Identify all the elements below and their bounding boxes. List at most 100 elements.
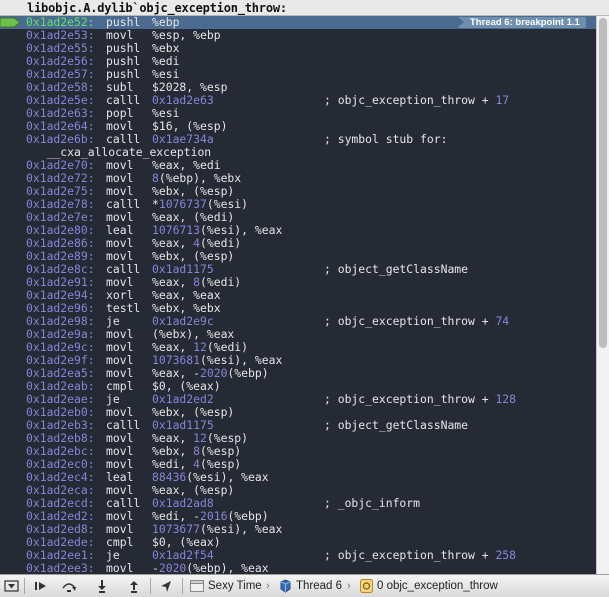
operand-text: %esi xyxy=(152,67,180,81)
operand-text: %ebx, %ebx xyxy=(152,301,221,315)
debugger-window: libobjc.A.dylib`objc_exception_throw: 0x… xyxy=(0,0,609,597)
operand-text: (%esi), %eax xyxy=(200,522,283,536)
operand-text: %eax, %edi xyxy=(152,158,221,172)
operand-number: 12 xyxy=(193,431,207,445)
operand-text: %eax, xyxy=(152,275,194,289)
instruction-operands: -2020(%ebp), %eax xyxy=(152,561,269,575)
comment-offset: 258 xyxy=(495,548,517,562)
operand-text: %edi xyxy=(152,54,180,68)
comment-offset: 17 xyxy=(495,93,510,107)
thread-icon xyxy=(280,579,291,593)
disassembly-header: libobjc.A.dylib`objc_exception_throw: xyxy=(0,0,609,16)
operand-text: - xyxy=(152,561,159,575)
operand-text: %ebx, (%esp) xyxy=(152,249,235,263)
continue-icon[interactable] xyxy=(32,579,50,593)
step-over-icon[interactable] xyxy=(60,579,78,593)
operand-text: (%esp) xyxy=(200,444,242,458)
operand-number: 0x1ad2ed2 xyxy=(152,392,214,406)
operand-text: %eax, (%edi) xyxy=(152,210,235,224)
operand-number: 88436 xyxy=(152,470,187,484)
comment-offset: 128 xyxy=(495,392,517,406)
operand-number: 1076737 xyxy=(158,197,207,211)
scrollbar-thumb[interactable] xyxy=(599,18,607,348)
operand-text: %eax, xyxy=(152,340,194,354)
operand-text: %ebx, (%esp) xyxy=(152,184,235,198)
operand-text: $2028, %esp xyxy=(152,80,228,94)
operand-number: 2020 xyxy=(158,561,187,575)
operand-number: 0x1ad2ad8 xyxy=(152,496,214,510)
operand-number: 4 xyxy=(193,457,201,471)
chevron-right-icon: › xyxy=(266,580,270,592)
breadcrumb-thread[interactable]: Thread 6 xyxy=(296,579,342,593)
operand-number: 2020 xyxy=(200,366,228,380)
operand-text: %edi, - xyxy=(152,509,201,523)
operand-text: (%esi), %eax xyxy=(200,223,283,237)
comment-offset: 74 xyxy=(495,314,510,328)
operand-text: %eax, xyxy=(152,236,194,250)
instruction-comment: ; object_getClassName xyxy=(324,419,468,432)
operand-text: (%ebp) xyxy=(227,509,269,523)
operand-number: 0x1ad1175 xyxy=(152,262,214,276)
operand-number: 1073677 xyxy=(152,522,201,536)
location-arrow-icon[interactable] xyxy=(157,579,175,593)
chevron-right-icon: › xyxy=(347,580,351,592)
breakpoint-badge: Thread 6: breakpoint 1.1 xyxy=(458,17,586,28)
operand-number: 12 xyxy=(193,340,207,354)
breadcrumb-frame[interactable]: 0 objc_exception_throw xyxy=(377,579,498,593)
operand-text: (%edi) xyxy=(206,340,249,354)
instruction-comment: ; objc_exception_throw + 74 xyxy=(324,315,509,328)
stack-frame-icon xyxy=(360,579,373,593)
step-out-icon[interactable] xyxy=(125,579,143,593)
function-title: libobjc.A.dylib`objc_exception_throw: xyxy=(27,1,287,15)
operand-text: (%esi), %eax xyxy=(200,353,283,367)
operand-number: 4 xyxy=(193,236,201,250)
operand-text: (%edi) xyxy=(200,236,242,250)
toolbar-divider xyxy=(182,578,183,594)
app-icon xyxy=(190,580,204,592)
instruction-comment: ; objc_exception_throw + 17 xyxy=(324,94,509,107)
operand-number: 0x1ad1175 xyxy=(152,418,214,432)
disassembly-view[interactable]: 0x1ad2e52: pushl %ebp 0x1ad2e53: movl %esp, %… xyxy=(0,16,596,574)
instruction-comment: ; symbol stub for: xyxy=(324,133,447,146)
operand-text: (%ebx), %eax xyxy=(152,327,235,341)
operand-text: (%esp) xyxy=(200,457,242,471)
operand-text: $0, (%eax) xyxy=(152,379,221,393)
operand-number: 0x1ad2f54 xyxy=(152,548,214,562)
operand-text: %esi xyxy=(152,106,180,120)
disassembly-line[interactable]: 0x1ad2ee3: movl -2020(%ebp), %eax xyxy=(0,561,596,575)
operand-number: 0x1ae734a xyxy=(152,132,214,146)
comment-text: ; objc_exception_throw + xyxy=(324,314,496,328)
vertical-scrollbar[interactable] xyxy=(596,16,609,574)
operand-text: %esp, %ebp xyxy=(152,28,221,42)
operand-text: %ebx, xyxy=(152,444,194,458)
comment-text: ; object_getClassName xyxy=(324,418,469,432)
debug-toolbar: Sexy Time › Thread 6 › 0 objc_exception_… xyxy=(0,574,609,597)
instruction-comment: ; object_getClassName xyxy=(324,263,468,276)
operand-text: (%ebp) xyxy=(227,366,269,380)
operand-text: $16, (%esp) xyxy=(152,119,228,133)
step-into-icon[interactable] xyxy=(93,579,111,593)
operand-number: 1076713 xyxy=(152,223,201,237)
operand-number: 1073681 xyxy=(152,353,201,367)
operand-number: 2016 xyxy=(200,509,228,523)
instruction-comment: ; objc_exception_throw + 128 xyxy=(324,393,516,406)
operand-text: (%ebp), %ebx xyxy=(158,171,242,185)
operand-text: (%esi) xyxy=(206,197,249,211)
operand-text: $0, (%eax) xyxy=(152,535,221,549)
comment-text: ; symbol stub for: xyxy=(324,132,448,146)
operand-number: 8 xyxy=(152,171,159,185)
hide-debug-area-icon[interactable] xyxy=(3,579,21,593)
instruction-address: 0x1ad2ee3: xyxy=(26,561,95,575)
operand-text: (%esp) xyxy=(206,431,249,445)
comment-text: ; object_getClassName xyxy=(324,262,469,276)
operand-text: * xyxy=(152,197,159,211)
operand-text: %eax, - xyxy=(152,366,201,380)
toolbar-divider xyxy=(24,578,25,594)
operand-text: (%esi), %eax xyxy=(186,470,269,484)
operand-number: 0x1ad2e9c xyxy=(152,314,214,328)
toolbar-divider xyxy=(150,578,151,594)
operand-text: %eax, xyxy=(152,431,194,445)
breadcrumb-app[interactable]: Sexy Time xyxy=(208,579,262,593)
instruction-comment: ; _objc_inform xyxy=(324,497,420,510)
comment-text: ; objc_exception_throw + xyxy=(324,93,496,107)
